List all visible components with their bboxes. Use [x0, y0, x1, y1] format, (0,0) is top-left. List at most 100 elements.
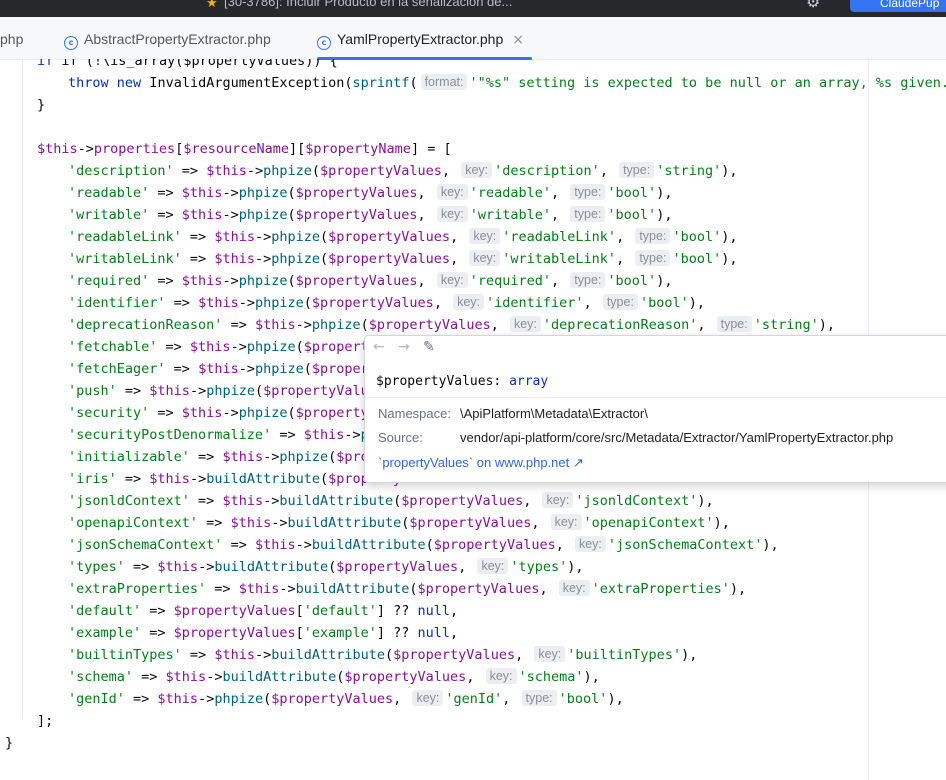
- array-index-string: 'example': [303, 625, 377, 641]
- this-variable: $this: [181, 273, 223, 289]
- key-argument-string: 'writable': [469, 207, 552, 223]
- this-variable: $this: [198, 361, 239, 377]
- if-condition: if (!\is_array($propertyValues)) {: [61, 59, 338, 69]
- property-values-variable: $propertyValues: [295, 185, 418, 201]
- this-variable: $this: [181, 185, 223, 201]
- array-key-string: 'types': [68, 559, 125, 575]
- namespace-value: \ApiPlatform\Metadata\Extractor\: [460, 406, 648, 421]
- array-entry-line: 'deprecationReason' => $this->phpize($pr…: [68, 316, 836, 333]
- key-param-hint: key:: [542, 492, 574, 508]
- method-call: phpize: [271, 251, 320, 267]
- namespace-label: Namespace:: [378, 406, 451, 421]
- this-variable: $this: [149, 383, 190, 399]
- method-call: phpize: [214, 691, 264, 707]
- array-key-string: 'security': [68, 405, 150, 421]
- method-call: phpize: [254, 361, 304, 377]
- this-variable: $this: [189, 339, 231, 355]
- property-values-variable: $propertyValues: [336, 559, 459, 575]
- property-values-variable: $propertyValues: [417, 581, 540, 597]
- property-values-variable: $propertyValues: [320, 163, 442, 179]
- this-variable: $this: [165, 669, 207, 685]
- type-argument-string: 'bool': [607, 207, 657, 223]
- this-variable: $this: [214, 647, 255, 663]
- array-entry-line: 'readable' => $this->phpize($propertyVal…: [68, 184, 673, 201]
- key-argument-string: 'builtinTypes': [567, 647, 682, 663]
- throw-keyword: throw: [68, 75, 109, 91]
- array-key-string: 'readable': [68, 185, 150, 201]
- key-argument-string: 'genId': [445, 691, 503, 707]
- signature-variable: $propertyValues:: [376, 374, 502, 389]
- array-key-string: 'default': [68, 603, 142, 619]
- key-param-hint: key:: [436, 206, 468, 222]
- type-argument-string: 'string': [753, 317, 819, 333]
- tab-label: AbstractPropertyExtractor.php: [84, 31, 271, 47]
- array-entry-line: 'openapiContext' => $this->buildAttribut…: [68, 514, 730, 531]
- profile-button[interactable]: ClaudePup: [850, 0, 946, 12]
- array-entry-line: 'jsonldContext' => $this->buildAttribute…: [68, 492, 714, 509]
- code-line-close-if: }: [37, 97, 46, 113]
- property-name-variable: $propertyName: [305, 141, 411, 157]
- type-param-hint: type:: [635, 250, 671, 266]
- this-variable: $this: [214, 251, 255, 267]
- quick-documentation-popup[interactable]: ← → ✎ $propertyValues: array Namespace: …: [364, 335, 946, 483]
- star-icon[interactable]: ★: [206, 0, 218, 11]
- type-param-hint: type:: [521, 690, 557, 706]
- this-variable: $this: [222, 493, 264, 509]
- array-entry-line: 'description' => $this->phpize($property…: [68, 162, 738, 179]
- method-call: phpize: [238, 405, 288, 421]
- type-argument-string: 'bool': [607, 273, 657, 289]
- class-icon: c: [64, 36, 78, 50]
- this-variable: $this: [181, 405, 223, 421]
- array-key-string: 'jsonSchemaContext': [68, 537, 223, 553]
- method-call: phpize: [238, 207, 288, 223]
- array-entry-line: 'schema' => $this->buildAttribute($prope…: [68, 668, 600, 685]
- key-argument-string: 'jsonSchemaContext': [607, 537, 763, 553]
- method-call: phpize: [238, 273, 288, 289]
- key-param-hint: key:: [534, 646, 566, 662]
- this-variable: $this: [198, 295, 239, 311]
- array-key-string: 'genId': [68, 691, 125, 707]
- php-net-link[interactable]: `propertyValues` on www.php.net ↗: [378, 455, 584, 471]
- array-key-string: 'writable': [68, 207, 150, 223]
- this-variable: $this: [149, 471, 190, 487]
- array-key-string: 'jsonldContext': [68, 493, 190, 509]
- this-variable: $this: [238, 581, 280, 597]
- tab-abstract-property-extractor[interactable]: c AbstractPropertyExtractor.php: [64, 17, 271, 59]
- array-entry-line: 'types' => $this->buildAttribute($proper…: [68, 558, 584, 575]
- back-arrow-icon[interactable]: ←: [373, 339, 385, 355]
- key-param-hint: key:: [558, 580, 590, 596]
- array-key-string: 'initializable': [68, 449, 190, 465]
- method-call: buildAttribute: [214, 559, 329, 575]
- array-key-string: 'writableLink': [68, 251, 182, 267]
- array-key-string: 'openapiContext': [68, 515, 199, 531]
- this-variable: $this: [181, 207, 223, 223]
- code-line-throw: throw new InvalidArgumentException(sprin…: [68, 72, 946, 94]
- null-keyword: null: [417, 603, 451, 619]
- tab-yaml-property-extractor[interactable]: c YamlPropertyExtractor.php ×: [317, 17, 532, 60]
- key-argument-string: 'schema': [518, 669, 584, 685]
- code-line-final-brace: }: [5, 735, 14, 751]
- this-variable: $this: [303, 427, 345, 443]
- property-values-variable: $propertyValues: [393, 647, 516, 663]
- array-key-string: 'iris': [68, 471, 117, 487]
- close-tab-icon[interactable]: ×: [512, 32, 524, 48]
- type-argument-string: 'bool': [672, 229, 722, 245]
- forward-arrow-icon[interactable]: →: [398, 339, 410, 355]
- tab-label: YamlPropertyExtractor.php: [337, 31, 504, 47]
- key-param-hint: key:: [436, 184, 468, 200]
- popup-toolbar: ← → ✎: [365, 336, 946, 360]
- array-key-string: 'example': [68, 625, 142, 641]
- property-values-variable: $propertyValues: [328, 229, 451, 245]
- this-variable: $this: [214, 229, 255, 245]
- tab-label: php: [0, 31, 24, 47]
- edit-pencil-icon[interactable]: ✎: [423, 339, 435, 355]
- type-param-hint: type:: [716, 316, 752, 332]
- property-values-variable: $propertyValues: [311, 295, 434, 311]
- array-entry-line: 'default' => $propertyValues['default'] …: [68, 603, 459, 619]
- tab-php[interactable]: php: [0, 17, 23, 59]
- key-argument-string: 'writableLink': [502, 251, 617, 267]
- array-entry-line: 'builtinTypes' => $this->buildAttribute(…: [68, 646, 698, 663]
- gear-icon[interactable]: ⚙: [806, 0, 820, 11]
- array-entry-line: 'example' => $propertyValues['example'] …: [68, 625, 459, 641]
- code-line-assign: $this->properties[$resourceName][$proper…: [37, 141, 452, 157]
